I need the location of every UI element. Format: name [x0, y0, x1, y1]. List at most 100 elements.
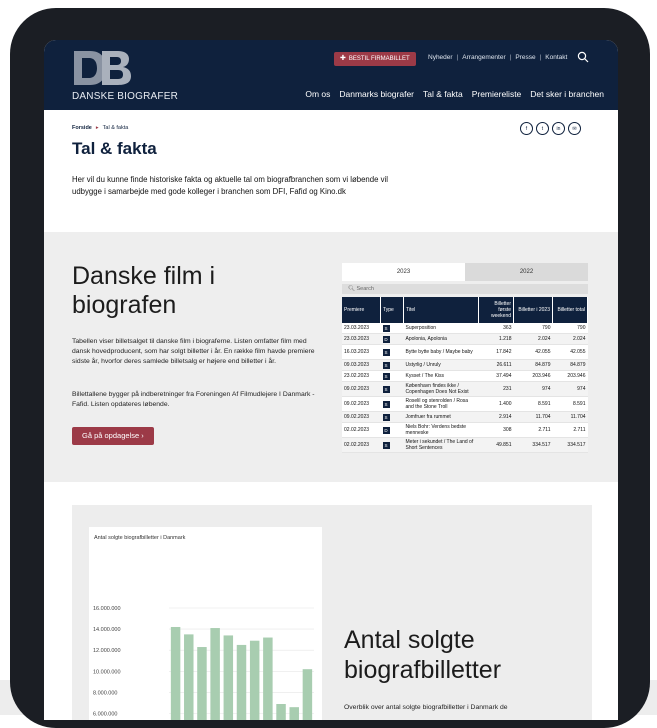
chart-bar[interactable] — [236, 644, 247, 720]
table-row: 09.02.2023 S København findes ikke / Copen… — [342, 381, 588, 397]
toplink-contact[interactable]: Kontakt — [545, 54, 567, 61]
type-cell: S — [380, 344, 404, 360]
y-tick-label: 10.000.000 — [93, 669, 121, 675]
type-badge: S — [382, 361, 390, 369]
breadcrumb: Forside ▸ Tal & fakta — [72, 125, 128, 131]
share-buttons: f t in ✉ — [520, 122, 581, 135]
nav-industry[interactable]: Det sker i branchen — [530, 89, 604, 99]
linkedin-icon[interactable]: in — [552, 122, 565, 135]
chart-bar[interactable] — [210, 628, 220, 720]
table-search-placeholder: Search — [356, 286, 374, 292]
toplink-press[interactable]: Presse — [515, 54, 535, 61]
order-ticket-button[interactable]: ✚ BESTIL FIRMABILLET — [334, 52, 416, 66]
first-weekend-cell: 363 — [478, 323, 514, 334]
premiere-cell: 23.02.2023 — [342, 370, 381, 382]
explore-button[interactable]: Gå på opdagelse › — [72, 427, 154, 445]
mail-icon[interactable]: ✉ — [568, 122, 581, 135]
tab-2022[interactable]: 2022 — [465, 263, 588, 281]
col-tickets-2023[interactable]: Billetter i 2023 — [513, 297, 553, 323]
search-icon[interactable] — [577, 51, 589, 63]
tickets-2023-cell: 203.946 — [513, 370, 553, 382]
tickets-total-cell: 84.879 — [552, 359, 588, 371]
first-weekend-cell: 2.914 — [478, 411, 514, 423]
tickets-2023-cell: 8.591 — [513, 396, 553, 412]
facebook-icon[interactable]: f — [520, 122, 533, 135]
logo-db-mark[interactable] — [72, 49, 132, 87]
type-badge: S — [382, 372, 390, 380]
type-cell: S — [380, 411, 404, 423]
chart-bar[interactable] — [302, 669, 313, 720]
section-heading-tickets: Antal solgte biografbilletter — [344, 626, 502, 684]
table-row: 09.03.2023 S Ustyrlig / Unruly 26.611 84.879… — [342, 359, 588, 371]
title-cell: Meter i sekundet / The Land of Short Sen… — [403, 437, 479, 453]
search-icon: 🔍︎ — [348, 286, 355, 292]
y-tick-label: 14.000.000 — [93, 627, 121, 633]
first-weekend-cell: 1.218 — [478, 333, 514, 345]
premiere-cell: 02.02.2023 — [342, 422, 381, 438]
type-cell: S — [380, 396, 404, 412]
tickets-total-cell: 2.711 — [552, 422, 588, 438]
order-ticket-label: BESTIL FIRMABILLET — [348, 56, 410, 62]
premiere-cell: 09.02.2023 — [342, 411, 381, 423]
col-first-weekend[interactable]: Billetter første weekend — [478, 297, 514, 323]
first-weekend-cell: 49.851 — [478, 437, 514, 453]
nav-premieres[interactable]: Premiereliste — [472, 89, 522, 99]
tickets-2023-cell: 334.517 — [513, 437, 553, 453]
toplink-news[interactable]: Nyheder — [428, 54, 453, 61]
chart-bar[interactable] — [289, 707, 299, 720]
ticket-icon: ✚ — [340, 55, 346, 62]
tickets-2023-cell: 11.704 — [513, 411, 553, 423]
table-search-input[interactable]: 🔍︎ Search — [342, 284, 588, 294]
tickets-total-cell: 790 — [552, 323, 588, 334]
first-weekend-cell: 231 — [478, 381, 514, 397]
breadcrumb-home[interactable]: Forside — [72, 125, 92, 131]
table-row: 02.02.2023 D Niels Bohr: Verdens bedste me… — [342, 422, 588, 438]
type-badge: S — [382, 385, 390, 393]
type-badge: S — [382, 348, 390, 356]
chart-bar[interactable] — [184, 634, 194, 720]
first-weekend-cell: 17.842 — [478, 344, 514, 360]
col-type[interactable]: Type — [380, 297, 404, 323]
title-cell: Kysset / The Kiss — [403, 370, 479, 382]
col-title[interactable]: Titel — [403, 297, 479, 323]
chart-bar[interactable] — [276, 704, 286, 720]
type-cell: S — [380, 359, 404, 371]
chart-title: Antal solgte biografbilletter i Danmark — [94, 535, 186, 541]
premiere-cell: 09.02.2023 — [342, 396, 381, 412]
title-cell: Jomfruer fra rummet — [403, 411, 479, 423]
col-premiere[interactable]: Premiere — [342, 297, 381, 323]
tickets-total-cell: 203.946 — [552, 370, 588, 382]
section-paragraph-2: Billettallene bygger på indberetninger f… — [72, 391, 315, 408]
premiere-cell: 23.03.2023 — [342, 333, 381, 345]
tickets-2023-cell: 42.055 — [513, 344, 553, 360]
table-header-row: Premiere Type Titel Billetter første wee… — [342, 297, 588, 323]
nav-facts[interactable]: Tal & fakta — [423, 89, 463, 99]
y-tick-label: 12.000.000 — [93, 648, 121, 654]
chart-bar[interactable] — [197, 647, 207, 720]
tab-2023[interactable]: 2023 — [342, 263, 465, 281]
twitter-icon[interactable]: t — [536, 122, 549, 135]
title-cell: Niels Bohr: Verdens bedste menneske — [403, 422, 479, 438]
separator: | — [539, 54, 542, 61]
toplink-events[interactable]: Arrangementer — [462, 54, 505, 61]
chart-bar[interactable] — [249, 640, 260, 720]
nav-about[interactable]: Om os — [305, 89, 330, 99]
table-row: 23.03.2023 S Superposition 363 790 790 — [342, 323, 588, 334]
col-tickets-total[interactable]: Billetter total — [552, 297, 588, 323]
table-row: 02.02.2023 S Meter i sekundet / The Land o… — [342, 437, 588, 453]
tickets-total-cell: 42.055 — [552, 344, 588, 360]
chart-bar[interactable] — [223, 635, 234, 720]
tickets-2023-cell: 790 — [513, 323, 553, 334]
type-badge: D — [382, 335, 390, 343]
chart-bar[interactable] — [170, 626, 181, 720]
section-heading-danish-films: Danske film i biografen — [72, 262, 216, 319]
type-badge: D — [382, 426, 390, 434]
ticket-bar-chart: 16.000.000 14.000.000 12.000.000 10.000.000… — [93, 606, 314, 720]
nav-cinemas[interactable]: Danmarks biografer — [339, 89, 414, 99]
tablet-screen: DANSKE BIOGRAFER ✚ BESTIL FIRMABILLET Ny… — [44, 40, 618, 720]
type-badge: S — [382, 400, 390, 408]
chart-bar[interactable] — [263, 637, 273, 720]
title-cell: Superposition — [403, 323, 479, 334]
premiere-cell: 09.02.2023 — [342, 381, 381, 397]
breadcrumb-current: Tal & fakta — [102, 125, 129, 131]
